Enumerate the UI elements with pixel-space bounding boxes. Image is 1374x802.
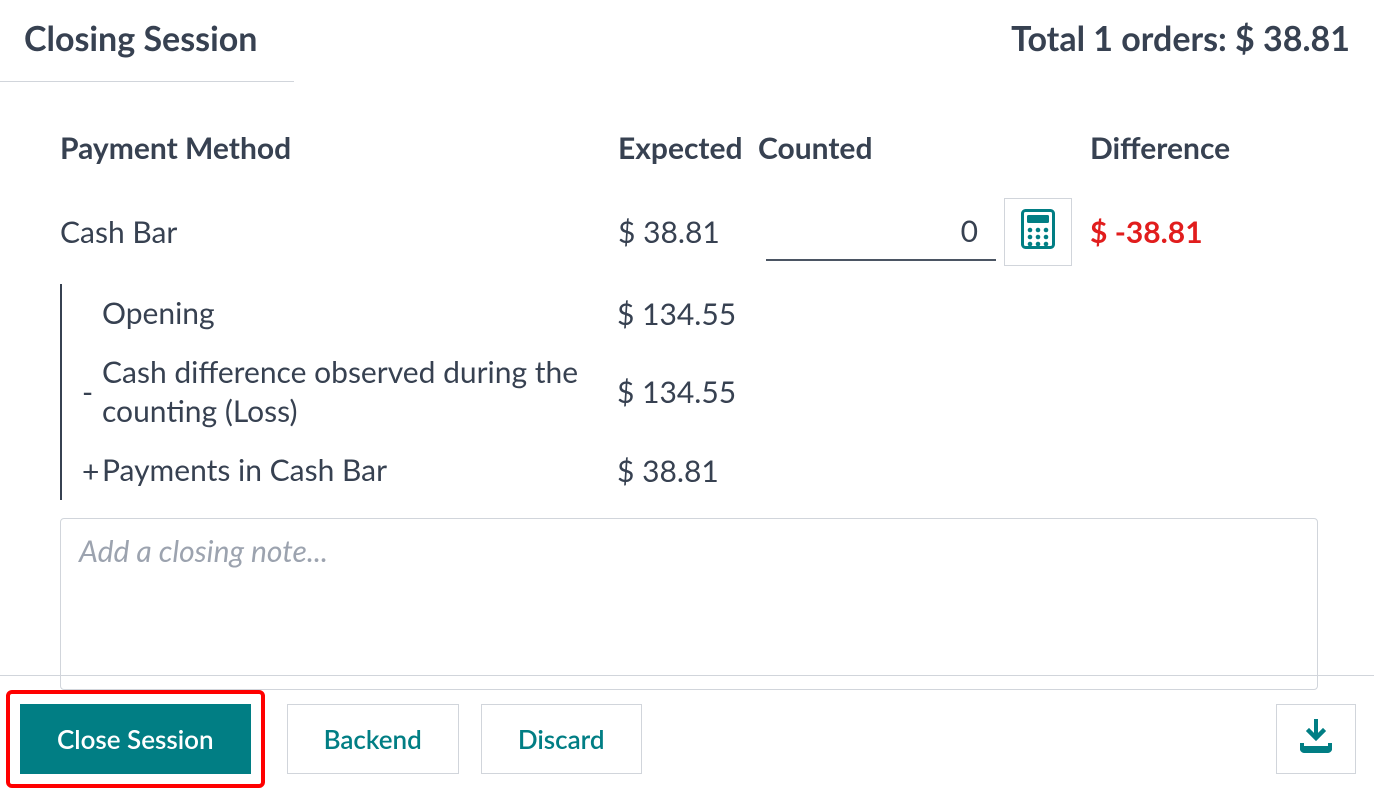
close-session-button[interactable]: Close Session [20, 704, 251, 774]
breakdown-row: - Cash difference observed during the co… [62, 343, 1318, 441]
difference-amount: $ -38.81 [1090, 214, 1203, 250]
payment-method-name: Cash Bar [60, 190, 618, 274]
calculator-icon [1021, 209, 1055, 256]
breakdown-label: Payments in Cash Bar [102, 451, 617, 490]
breakdown-row: Opening $ 134.55 [62, 284, 1318, 343]
backend-button[interactable]: Backend [287, 704, 459, 774]
col-expected: Expected [618, 130, 758, 190]
closing-note-input[interactable] [60, 518, 1318, 690]
col-payment-method: Payment Method [60, 130, 618, 190]
breakdown-section: Opening $ 134.55 - Cash difference obser… [60, 284, 1318, 500]
col-difference: Difference [1084, 130, 1318, 190]
download-icon [1297, 719, 1335, 759]
expected-amount: $ 38.81 [618, 190, 758, 274]
discard-button[interactable]: Discard [481, 704, 642, 774]
download-button[interactable] [1276, 704, 1356, 774]
col-counted: Counted [758, 130, 1084, 190]
total-orders-label: Total 1 orders: $ 38.81 [1011, 18, 1350, 59]
page-title: Closing Session [24, 18, 257, 59]
breakdown-row: + Payments in Cash Bar $ 38.81 [62, 441, 1318, 500]
breakdown-sign: - [82, 374, 102, 410]
breakdown-sign: + [82, 453, 102, 489]
breakdown-amount: $ 134.55 [617, 296, 736, 332]
breakdown-label: Cash difference observed during the coun… [102, 353, 617, 431]
calculator-button[interactable] [1004, 198, 1072, 266]
breakdown-amount: $ 38.81 [617, 453, 719, 489]
counted-input[interactable]: 0 [766, 203, 996, 261]
breakdown-label: Opening [102, 294, 617, 333]
counted-value: 0 [961, 213, 978, 249]
highlight-annotation: Close Session [6, 690, 265, 788]
breakdown-amount: $ 134.55 [617, 374, 736, 410]
